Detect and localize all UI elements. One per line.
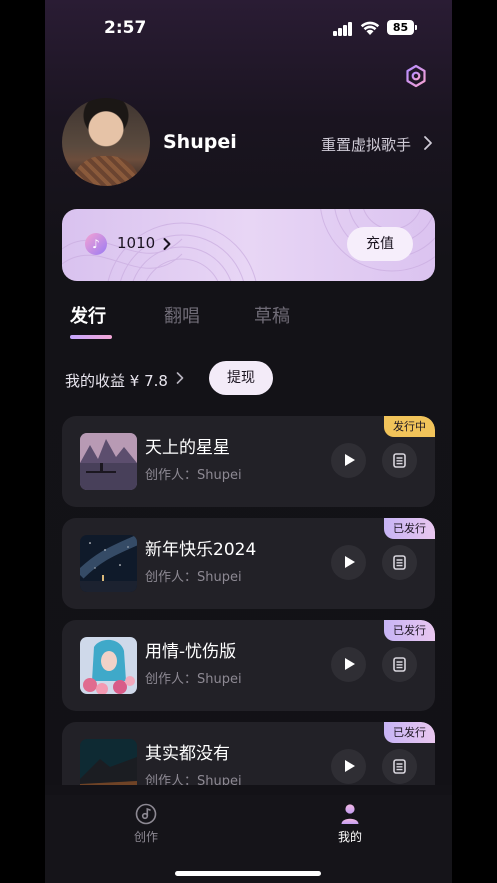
coin-amount: 1010 [117,234,156,252]
song-title: 其实都没有 [145,744,230,764]
song-title: 新年快乐2024 [145,540,257,560]
lyrics-document-icon[interactable] [382,443,417,478]
home-indicator [175,871,321,876]
status-bar: 2:57 85 [45,14,452,44]
person-icon [341,804,359,824]
active-tab-indicator [70,335,112,339]
avatar[interactable] [62,98,150,186]
status-badge: 已发行 [384,722,435,743]
battery-icon: 85 [387,20,417,35]
lyrics-document-icon[interactable] [382,749,417,784]
play-icon[interactable] [331,749,366,784]
song-creator: 创作人：Shupei [145,570,242,585]
song-title: 用情-忧伤版 [145,642,237,662]
song-cover-image [80,637,137,694]
app-screen: 2:57 85 Shupei 重置虚拟歌手 ♪ 1010 充值 发行 翻唱 草稿… [45,0,452,883]
chevron-right-icon[interactable] [422,135,434,151]
cellular-signal-icon [333,22,353,36]
reset-virtual-singer-link[interactable]: 重置虚拟歌手 [321,134,411,155]
tab-drafts[interactable]: 草稿 [254,302,290,328]
song-title: 天上的星星 [145,438,230,458]
nav-label: 创作 [133,830,158,844]
song-cover-image [80,433,137,490]
song-card[interactable]: 用情-忧伤版 创作人：Shupei 已发行 [62,620,435,711]
song-creator: 创作人：Shupei [145,672,242,687]
nav-label: 我的 [337,830,362,844]
play-icon[interactable] [331,647,366,682]
list-fade [45,785,452,795]
play-icon[interactable] [331,545,366,580]
song-card[interactable]: 新年快乐2024 创作人：Shupei 已发行 [62,518,435,609]
earnings-label[interactable]: 我的收益 ¥ 7.8 [65,370,168,391]
chevron-right-icon[interactable] [175,371,185,385]
recharge-button[interactable]: 充值 [347,227,413,261]
tab-release[interactable]: 发行 [70,302,106,328]
bottom-nav: 创作 我的 [45,795,452,883]
song-card[interactable]: 天上的星星 创作人：Shupei 发行中 [62,416,435,507]
withdraw-button[interactable]: 提现 [209,361,273,395]
settings-icon[interactable] [404,64,428,88]
play-icon[interactable] [331,443,366,478]
status-badge: 已发行 [384,620,435,641]
coin-balance-card[interactable]: ♪ 1010 充值 [62,209,435,281]
chevron-right-icon[interactable] [162,237,172,251]
username: Shupei [163,131,237,153]
wifi-icon [360,21,380,35]
lyrics-document-icon[interactable] [382,647,417,682]
status-badge: 发行中 [384,416,435,437]
song-cover-image [80,535,137,592]
status-badge: 已发行 [384,518,435,539]
tab-cover[interactable]: 翻唱 [164,302,200,328]
song-creator: 创作人：Shupei [145,468,242,483]
status-time: 2:57 [104,18,147,38]
lyrics-document-icon[interactable] [382,545,417,580]
music-disc-icon [135,803,157,825]
music-coin-icon: ♪ [85,233,107,255]
